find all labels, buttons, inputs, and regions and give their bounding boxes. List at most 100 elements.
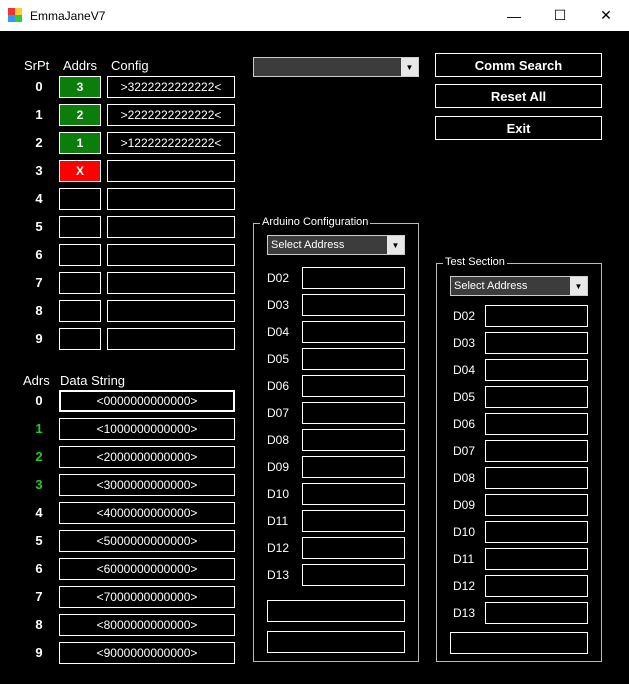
test-pin-field[interactable]: [485, 602, 588, 624]
arduino-pin-label: D02: [267, 271, 290, 285]
address-indicator[interactable]: [59, 300, 101, 322]
test-pin-label: D06: [453, 417, 476, 431]
arduino-pin-field[interactable]: [302, 564, 405, 586]
close-button[interactable]: ✕: [583, 0, 629, 31]
maximize-button[interactable]: ☐: [537, 0, 583, 31]
arduino-pin-label: D04: [267, 325, 290, 339]
arduino-pin-label: D09: [267, 460, 290, 474]
config-header: Config: [111, 58, 149, 73]
arduino-pin-field[interactable]: [302, 429, 405, 451]
minimize-button[interactable]: —: [491, 0, 537, 31]
chevron-down-icon[interactable]: ▼: [570, 277, 587, 295]
address-indicator[interactable]: 3: [59, 76, 101, 98]
addrs-header: Addrs: [63, 58, 97, 73]
config-field[interactable]: >2222222222222<: [107, 104, 235, 126]
test-pin-field[interactable]: [485, 386, 588, 408]
srpt-label: 2: [35, 135, 43, 150]
address-indicator[interactable]: X: [59, 160, 101, 182]
srpt-label: 6: [35, 247, 43, 262]
arduino-pin-field[interactable]: [302, 267, 405, 289]
config-field[interactable]: [107, 300, 235, 322]
test-pin-field[interactable]: [485, 575, 588, 597]
data-string-field[interactable]: <5000000000000>: [59, 530, 235, 552]
arduino-extra-field-2[interactable]: [267, 631, 405, 653]
address-indicator[interactable]: [59, 328, 101, 350]
address-indicator[interactable]: 1: [59, 132, 101, 154]
chevron-down-icon[interactable]: ▼: [401, 58, 418, 76]
srpt-label: 5: [35, 219, 43, 234]
address-indicator[interactable]: [59, 188, 101, 210]
config-field[interactable]: >3222222222222<: [107, 76, 235, 98]
exit-button[interactable]: Exit: [435, 116, 602, 140]
comm-search-button[interactable]: Comm Search: [435, 53, 602, 77]
arduino-pin-field[interactable]: [302, 321, 405, 343]
test-pin-field[interactable]: [485, 494, 588, 516]
arduino-pin-field[interactable]: [302, 348, 405, 370]
arduino-pin-field[interactable]: [302, 483, 405, 505]
data-string-field[interactable]: <8000000000000>: [59, 614, 235, 636]
arduino-pin-label: D13: [267, 568, 290, 582]
data-string-field[interactable]: <0000000000000>: [59, 390, 235, 412]
test-pin-label: D07: [453, 444, 476, 458]
srpt-label: 8: [35, 303, 43, 318]
test-pin-field[interactable]: [485, 521, 588, 543]
srpt-label: 1: [35, 107, 43, 122]
config-field[interactable]: [107, 272, 235, 294]
reset-all-button[interactable]: Reset All: [435, 84, 602, 108]
data-string-field[interactable]: <1000000000000>: [59, 418, 235, 440]
test-pin-field[interactable]: [485, 332, 588, 354]
test-pin-field[interactable]: [485, 548, 588, 570]
test-address-select[interactable]: Select Address ▼: [450, 276, 588, 296]
test-pin-label: D05: [453, 390, 476, 404]
arduino-pin-field[interactable]: [302, 537, 405, 559]
arduino-extra-field-1[interactable]: [267, 600, 405, 622]
adrs-label: 1: [35, 421, 43, 436]
srpt-label: 0: [35, 79, 43, 94]
test-pin-label: D12: [453, 579, 476, 593]
arduino-pin-field[interactable]: [302, 402, 405, 424]
chevron-down-icon[interactable]: ▼: [387, 236, 404, 254]
port-select[interactable]: ▼: [253, 57, 419, 77]
config-field[interactable]: >1222222222222<: [107, 132, 235, 154]
test-extra-field[interactable]: [450, 632, 588, 654]
srpt-label: 7: [35, 275, 43, 290]
data-string-field[interactable]: <4000000000000>: [59, 502, 235, 524]
config-field[interactable]: [107, 328, 235, 350]
config-field[interactable]: [107, 216, 235, 238]
arduino-address-select[interactable]: Select Address ▼: [267, 235, 405, 255]
config-field[interactable]: [107, 188, 235, 210]
test-pin-label: D02: [453, 309, 476, 323]
test-pin-field[interactable]: [485, 467, 588, 489]
adrs-label: 3: [35, 477, 43, 492]
adrs-label: 0: [35, 393, 43, 408]
arduino-pin-label: D03: [267, 298, 290, 312]
address-indicator[interactable]: [59, 216, 101, 238]
address-indicator[interactable]: 2: [59, 104, 101, 126]
address-indicator[interactable]: [59, 244, 101, 266]
srpt-label: 4: [35, 191, 43, 206]
adrs-label: 9: [35, 645, 43, 660]
arduino-pin-label: D05: [267, 352, 290, 366]
address-indicator[interactable]: [59, 272, 101, 294]
test-select-value: Select Address: [454, 280, 528, 292]
config-field[interactable]: [107, 160, 235, 182]
test-pin-field[interactable]: [485, 413, 588, 435]
test-pin-field[interactable]: [485, 359, 588, 381]
arduino-pin-field[interactable]: [302, 294, 405, 316]
config-field[interactable]: [107, 244, 235, 266]
arduino-pin-field[interactable]: [302, 510, 405, 532]
data-string-field[interactable]: <3000000000000>: [59, 474, 235, 496]
test-pin-label: D09: [453, 498, 476, 512]
title-bar: EmmaJaneV7 — ☐ ✕: [0, 0, 629, 31]
data-string-field[interactable]: <7000000000000>: [59, 586, 235, 608]
arduino-pin-field[interactable]: [302, 375, 405, 397]
data-string-header: Data String: [60, 373, 126, 388]
test-pin-label: D10: [453, 525, 476, 539]
data-string-field[interactable]: <9000000000000>: [59, 642, 235, 664]
data-string-field[interactable]: <2000000000000>: [59, 446, 235, 468]
arduino-pin-field[interactable]: [302, 456, 405, 478]
test-pin-field[interactable]: [485, 305, 588, 327]
data-string-field[interactable]: <6000000000000>: [59, 558, 235, 580]
test-pin-field[interactable]: [485, 440, 588, 462]
srpt-label: 9: [35, 331, 43, 346]
